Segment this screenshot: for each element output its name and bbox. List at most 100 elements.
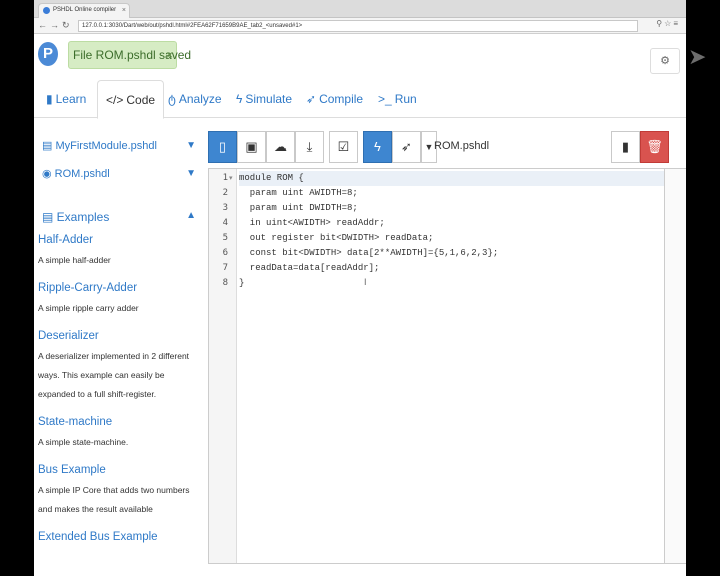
rocket-icon: ➶ <box>306 92 317 106</box>
fold-marker-icon[interactable]: ▾ <box>229 171 233 186</box>
example-desc: A simple state-machine. <box>38 437 129 447</box>
example-ripple-carry-adder[interactable]: Ripple-Carry-Adder <box>38 282 137 294</box>
book-icon: ▮ <box>621 139 630 154</box>
saved-alert: File ROM.pshdl saved × <box>68 41 191 69</box>
url-input[interactable]: 127.0.0.1:3030/Dart/web/out/pshdl.html#2… <box>78 20 638 32</box>
file-item-myfirstmodule[interactable]: ▤ MyFirstModule.pshdl ▼ <box>42 138 202 154</box>
chevron-down-icon[interactable]: ▼ <box>186 166 196 182</box>
trash-icon: 🗑 <box>646 139 663 154</box>
tab-label: Learn <box>55 92 87 106</box>
tab-run[interactable]: >_ Run <box>378 80 417 118</box>
code-line: param uint DWIDTH=8; <box>239 203 358 213</box>
line-number: 8 <box>222 278 228 288</box>
editor-scrollbar[interactable] <box>665 168 686 564</box>
example-desc: A simple IP Core that adds two numbers a… <box>38 485 190 514</box>
book-icon: ▮ <box>46 92 53 106</box>
tab-compile[interactable]: ➶ Compile <box>306 80 363 118</box>
line-number: 4 <box>222 218 228 228</box>
rocket-icon: ➶ <box>401 139 412 154</box>
code-line: out register bit<DWIDTH> readData; <box>239 233 434 243</box>
example-desc: A simple ripple carry adder <box>38 303 139 313</box>
example-state-machine[interactable]: State-machine <box>38 416 112 428</box>
delete-button[interactable]: 🗑 <box>640 131 669 163</box>
code-line: in uint<AWIDTH> readAddr; <box>239 218 385 228</box>
cloud-upload-icon: ☁ <box>274 139 287 154</box>
tab-label: Simulate <box>245 92 293 106</box>
line-number: 5 <box>222 233 228 243</box>
file-name: MyFirstModule.pshdl <box>55 140 157 152</box>
check-icon: ☑ <box>337 139 350 154</box>
file-icon: ▯ <box>218 139 227 154</box>
tab-analyze[interactable]: ტ Analyze <box>168 80 222 118</box>
download-icon: ⤓ <box>306 139 313 154</box>
favicon-icon <box>43 7 50 14</box>
editor-toolbar: ▯ ▣ ☁ ⤓ ☑ ϟ ➶ ▼ ROM.pshdl ▮ 🗑 <box>208 131 686 163</box>
save-button[interactable]: ▣ <box>237 131 266 163</box>
example-extended-bus[interactable]: Extended Bus Example <box>38 531 158 543</box>
save-icon: ▣ <box>245 139 258 154</box>
browser-window: PSHDL Online compiler × ← → ↻ 127.0.0.1:… <box>34 0 686 576</box>
stethoscope-icon: ტ <box>168 92 176 106</box>
file-icon: ▤ <box>42 140 56 152</box>
example-half-adder[interactable]: Half-Adder <box>38 234 93 246</box>
example-deserializer[interactable]: Deserializer <box>38 330 99 342</box>
line-gutter: 1 ▾ 2 3 4 5 6 7 8 <box>209 169 237 563</box>
close-tab-icon[interactable]: × <box>122 4 126 17</box>
browser-tab[interactable]: PSHDL Online compiler × <box>38 3 130 18</box>
main-tabs: ▮ Learn </> Code ტ Analyze ϟ Simulate ➶ Compi… <box>34 80 686 119</box>
line-number: 2 <box>222 188 228 198</box>
example-bus[interactable]: Bus Example <box>38 464 106 476</box>
book-icon: ▤ <box>42 210 57 224</box>
browser-tab-title: PSHDL Online compiler <box>53 7 117 13</box>
text-cursor-icon: I <box>364 277 367 287</box>
tab-learn[interactable]: ▮ Learn <box>46 80 86 118</box>
examples-header[interactable]: ▤ Examples ▲ <box>42 210 202 224</box>
address-bar: ← → ↻ 127.0.0.1:3030/Dart/web/out/pshdl.… <box>34 18 686 34</box>
file-item-rom[interactable]: ◉ ROM.pshdl ▼ <box>42 166 202 182</box>
upload-button[interactable]: ☁ <box>266 131 295 163</box>
tab-code[interactable]: </> Code <box>97 80 165 119</box>
code-line: param uint AWIDTH=8; <box>239 188 358 198</box>
tab-label: Code <box>126 93 156 107</box>
chevron-down-icon[interactable]: ▼ <box>186 138 196 154</box>
code-editor[interactable]: 1 ▾ 2 3 4 5 6 7 8 module ROM { param uin… <box>208 168 665 564</box>
docs-button[interactable]: ▮ <box>611 131 640 163</box>
arrow-right-icon: ➤ <box>688 44 707 69</box>
code-line: } <box>239 278 245 288</box>
line-number: 3 <box>222 203 228 213</box>
line-number: 1 <box>222 173 228 183</box>
line-number: 6 <box>222 248 228 258</box>
compile-button[interactable]: ➶ <box>392 131 421 163</box>
example-desc: A deserializer implemented in 2 differen… <box>38 351 190 399</box>
examples-heading: Examples <box>56 210 110 224</box>
file-name: ROM.pshdl <box>54 168 110 180</box>
code-icon: </> <box>106 93 124 107</box>
reload-icon[interactable]: ↻ <box>62 19 70 32</box>
screen: PSHDL Online compiler × ← → ↻ 127.0.0.1:… <box>0 0 720 576</box>
terminal-icon: >_ <box>378 92 392 106</box>
editor-filename: ROM.pshdl <box>434 140 490 152</box>
download-button[interactable]: ⤓ <box>295 131 324 163</box>
code-line: const bit<DWIDTH> data[2**AWIDTH]={5,1,6… <box>239 248 499 258</box>
simulate-button[interactable]: ϟ <box>363 131 392 163</box>
settings-icon[interactable]: ⚙ <box>650 48 680 74</box>
zoom-icon[interactable]: ⚲☆≡ <box>656 19 680 28</box>
browser-tabbar: PSHDL Online compiler × <box>34 0 686 18</box>
code-line: module ROM { <box>239 171 664 186</box>
new-file-button[interactable]: ▯ <box>208 131 237 163</box>
code-line: readData=data[readAddr]; <box>239 263 380 273</box>
pshdl-logo: P <box>38 42 58 66</box>
caret-down-icon: ▼ <box>424 142 434 152</box>
tab-simulate[interactable]: ϟ Simulate <box>236 80 292 118</box>
example-desc: A simple half-adder <box>38 255 111 265</box>
bolt-icon: ϟ <box>374 139 381 154</box>
close-alert-icon[interactable]: × <box>166 42 173 68</box>
tab-label: Analyze <box>178 92 222 106</box>
sidebar: ▤ MyFirstModule.pshdl ▼ ◉ ROM.pshdl ▼ ▤ … <box>34 130 202 576</box>
forward-icon[interactable]: → <box>50 19 59 32</box>
back-icon[interactable]: ← <box>38 19 47 32</box>
chevron-up-icon[interactable]: ▲ <box>186 210 196 221</box>
line-number: 7 <box>222 263 228 273</box>
bolt-icon: ϟ <box>236 92 243 106</box>
validate-button[interactable]: ☑ <box>329 131 358 163</box>
